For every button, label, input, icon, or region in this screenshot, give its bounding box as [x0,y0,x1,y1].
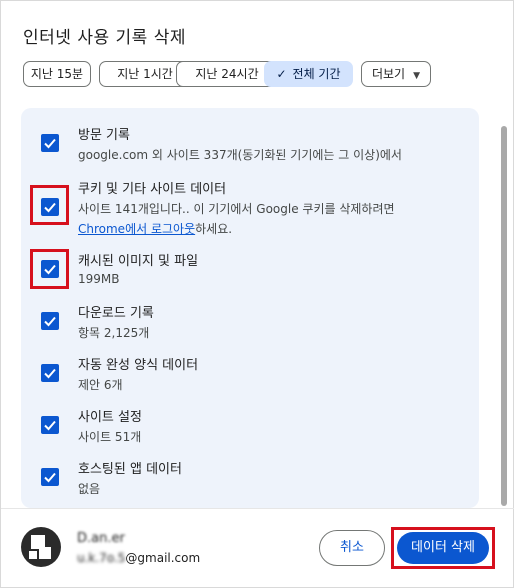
checkbox-autofill[interactable] [41,364,59,382]
item-subtitle: 사이트 141개입니다.. 이 기기에서 Google 쿠키를 삭제하려면 [78,202,395,216]
item-title: 호스팅된 앱 데이터 [78,462,182,477]
highlight-box-cache [30,249,69,289]
footer-divider [1,508,514,509]
checkbox-hosted-app-data[interactable] [41,468,59,486]
account-email: u.k.7o.5@gmail.com [77,551,200,565]
account-email-domain: @gmail.com [125,551,201,565]
item-title: 다운로드 기록 [78,306,154,321]
chip-label: 더보기 [371,67,406,81]
chip-last-24-hours[interactable]: 지난 24시간 [176,61,278,87]
chip-label: 전체 기간 [292,67,341,81]
item-subtitle: 항목 2,125개 [78,326,150,340]
highlight-box-cookies [30,185,69,225]
account-email-prefix: u.k.7o.5 [77,551,126,565]
checkmark-icon [44,420,56,431]
item-subtitle: 없음 [78,482,101,496]
account-name: D.an.er [77,531,125,546]
checkmark-icon [44,472,56,483]
sign-out-link[interactable]: Chrome에서 로그아웃 [78,222,195,236]
item-subtitle: 199MB [78,272,120,286]
item-title: 사이트 설정 [78,410,142,425]
caret-down-icon: ▼ [413,71,421,81]
item-subtitle: 사이트 51개 [78,430,142,444]
chip-last-15-min[interactable]: 지난 15분 [23,61,91,87]
checkmark-icon [44,316,56,327]
item-title: 자동 완성 양식 데이터 [78,358,199,373]
chip-more-dropdown[interactable]: 더보기 ▼ [361,61,431,87]
check-icon: ✓ [276,67,287,81]
delete-data-button[interactable]: 데이터 삭제 [397,532,489,564]
item-subtitle-line2: Chrome에서 로그아웃하세요. [78,220,232,237]
checkmark-icon [44,138,56,149]
scrollbar-thumb[interactable] [501,126,507,506]
checkmark-icon [44,368,56,379]
chip-all-time[interactable]: ✓ 전체 기간 [264,61,353,87]
clear-browsing-data-dialog: 인터넷 사용 기록 삭제 지난 15분 지난 1시간 지난 24시간 ✓ 전체 기… [0,0,514,588]
checkbox-download-history[interactable] [41,312,59,330]
cancel-button[interactable]: 취소 [319,530,385,566]
item-subtitle-tail: 하세요. [195,222,233,236]
data-types-panel: 방문 기록 google.com 외 사이트 337개(동기화된 기기에는 그 … [21,108,479,508]
item-subtitle: google.com 외 사이트 337개(동기화된 기기에는 그 이상)에서 [78,148,402,162]
item-title: 캐시된 이미지 및 파일 [78,254,199,269]
checkbox-site-settings[interactable] [41,416,59,434]
chip-label: 지난 1시간 [117,67,173,81]
dialog-title: 인터넷 사용 기록 삭제 [23,28,186,48]
chip-label: 지난 24시간 [195,67,259,81]
chip-label: 지난 15분 [30,67,84,81]
item-title: 쿠키 및 기타 사이트 데이터 [78,182,227,197]
avatar [21,527,61,567]
item-title: 방문 기록 [78,128,130,143]
checkbox-browsing-history[interactable] [41,134,59,152]
item-subtitle: 제안 6개 [78,378,123,392]
